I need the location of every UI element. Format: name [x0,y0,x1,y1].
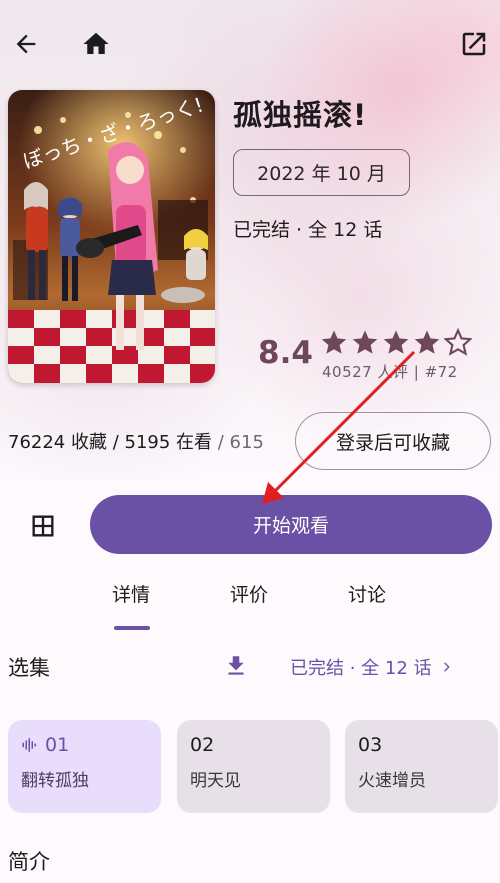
chevron-right-icon [443,662,450,672]
download-button[interactable] [220,650,252,682]
cover-image[interactable]: ぼっち・ざ・ろっく! [8,90,215,383]
open-external-icon [462,32,486,56]
star-filled-icon [352,330,378,354]
episode-number: 02 [190,734,215,756]
episode-name: 明天见 [190,771,241,791]
episode-number: 03 [358,734,383,756]
login-to-collect-button[interactable]: 登录后可收藏 [295,412,491,470]
all-episodes-link[interactable]: 已完结 · 全 12 话 [290,654,454,680]
episode-name: 火速增员 [358,771,426,791]
episode-number: 01 [21,734,148,756]
download-icon [228,656,244,675]
episode-card-02[interactable]: 02 明天见 [177,720,330,813]
star-filled-icon [414,330,440,354]
grid-view-button[interactable] [20,503,66,549]
star-outline-icon [444,328,472,356]
collection-stats: 76224 收藏 / 5195 在看 / 615 [8,428,264,454]
star-filled-icon [383,330,409,354]
intro-title: 简介 [8,850,50,874]
grid-view-icon [32,515,54,537]
airing-status: 已完结 · 全 12 话 [233,219,383,241]
open-external-button[interactable] [454,24,494,64]
rating-stars [320,328,472,356]
rating-meta: 40527 人评 | #72 [322,363,458,381]
air-date-chip[interactable]: 2022 年 10 月 [233,149,410,196]
arrow-left-icon [16,34,36,54]
home-icon [83,32,109,54]
tab-details[interactable]: 详情 [112,580,150,607]
episodes-title: 选集 [8,656,50,680]
episode-card-01[interactable]: 01 翻转孤独 [8,720,161,813]
home-button[interactable] [76,24,116,64]
all-episodes-label: 已完结 · 全 12 话 [290,658,432,679]
collection-total: / 615 [212,432,264,453]
tab-reviews[interactable]: 评价 [230,580,268,607]
back-button[interactable] [6,24,46,64]
cover-illustration: ぼっち・ざ・ろっく! [8,90,215,383]
episode-number-text: 01 [45,734,70,756]
tab-discussion[interactable]: 讨论 [348,580,386,607]
collection-counts: 76224 收藏 / 5195 在看 [8,432,213,453]
episode-card-03[interactable]: 03 火速增员 [345,720,498,813]
subject-title: 孤独摇滚! [233,98,368,132]
subject-detail-page: ぼっち・ざ・ろっく! 孤独摇滚! 2022 年 10 月 已完结 · 全 12 … [0,0,500,883]
tab-indicator [114,626,150,630]
rating-score: 8.4 [258,335,313,371]
star-filled-icon [321,330,347,354]
playing-audio-icon [22,738,36,752]
start-watching-button[interactable]: 开始观看 [90,495,492,554]
episode-name: 翻转孤独 [21,771,89,791]
